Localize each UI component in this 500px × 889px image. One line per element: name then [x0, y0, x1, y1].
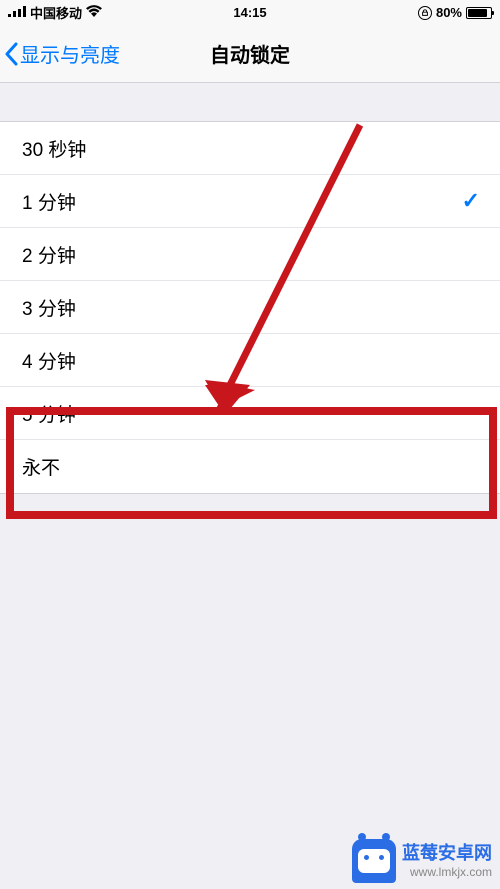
checkmark-icon: ✓: [462, 188, 480, 214]
option-label: 4 分钟: [22, 347, 76, 374]
page-title: 自动锁定: [210, 39, 290, 68]
option-label: 3 分钟: [22, 294, 76, 321]
status-left: 中国移动: [8, 3, 102, 22]
option-label: 永不: [22, 453, 60, 480]
option-1min[interactable]: 1 分钟 ✓: [0, 175, 500, 228]
signal-icon: [8, 6, 26, 20]
option-30sec[interactable]: 30 秒钟: [0, 122, 500, 175]
carrier-label: 中国移动: [30, 3, 82, 22]
wifi-icon: [86, 5, 102, 20]
option-label: 2 分钟: [22, 241, 76, 268]
option-3min[interactable]: 3 分钟: [0, 281, 500, 334]
back-button[interactable]: 显示与亮度: [0, 39, 120, 68]
options-list: 30 秒钟 1 分钟 ✓ 2 分钟 3 分钟 4 分钟 5 分钟 永不: [0, 121, 500, 494]
status-right: 80%: [418, 5, 492, 20]
option-5min[interactable]: 5 分钟: [0, 387, 500, 440]
watermark-title: 蓝莓安卓网: [402, 843, 492, 865]
battery-icon: [466, 7, 492, 19]
option-never[interactable]: 永不: [0, 440, 500, 493]
status-bar: 中国移动 14:15 80%: [0, 0, 500, 25]
status-time: 14:15: [233, 5, 266, 20]
option-label: 30 秒钟: [22, 135, 86, 162]
watermark: 蓝莓安卓网 www.lmkjx.com: [344, 833, 500, 889]
nav-bar: 显示与亮度 自动锁定: [0, 25, 500, 83]
battery-percent: 80%: [436, 5, 462, 20]
watermark-url: www.lmkjx.com: [402, 865, 492, 879]
back-label: 显示与亮度: [20, 39, 120, 68]
mascot-icon: [352, 839, 396, 883]
option-2min[interactable]: 2 分钟: [0, 228, 500, 281]
chevron-left-icon: [4, 42, 18, 66]
orientation-lock-icon: [418, 6, 432, 20]
option-label: 1 分钟: [22, 188, 76, 215]
option-4min[interactable]: 4 分钟: [0, 334, 500, 387]
option-label: 5 分钟: [22, 400, 76, 427]
header-spacer: [0, 83, 500, 121]
